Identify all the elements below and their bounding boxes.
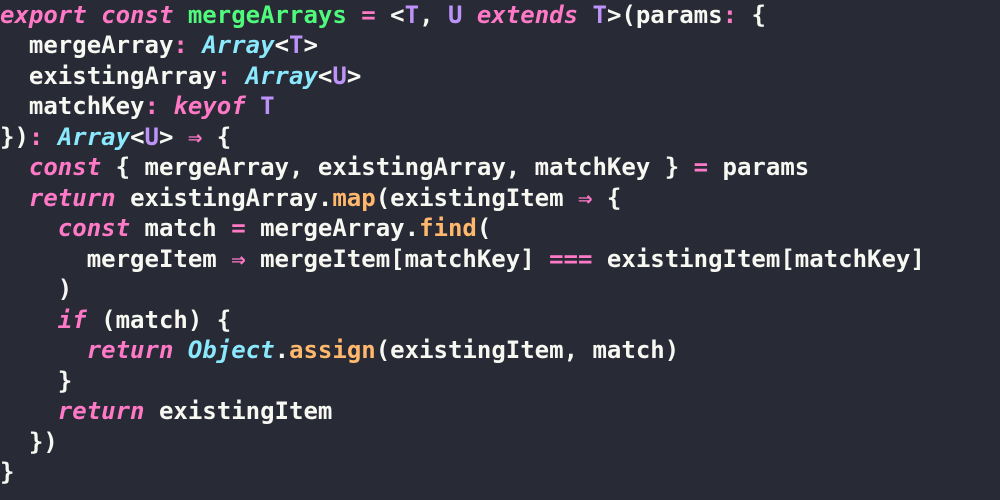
paren-open: ( xyxy=(477,214,491,242)
ident-existingItem: existingItem xyxy=(607,245,780,273)
destruct-mergeArray: mergeArray xyxy=(145,153,290,181)
paren-open: ( xyxy=(376,336,390,364)
method-find: find xyxy=(419,214,477,242)
function-name: mergeArrays xyxy=(188,1,347,29)
brace-open: { xyxy=(751,1,765,29)
keyword-const: const xyxy=(29,153,101,181)
brace-close: } xyxy=(665,153,679,181)
keyword-extends: extends xyxy=(477,1,578,29)
param-params: params xyxy=(636,1,723,29)
brace-close: } xyxy=(0,123,14,151)
bracket-close: ] xyxy=(910,245,924,273)
type-U: U xyxy=(448,1,462,29)
brace-close: } xyxy=(58,367,72,395)
prop-existingArray: existingArray xyxy=(29,62,217,90)
paren-open: ( xyxy=(376,184,390,212)
ident-mergeArray: mergeArray xyxy=(260,214,405,242)
ident-matchKey: matchKey xyxy=(795,245,911,273)
angle-open: < xyxy=(390,1,404,29)
ident-existingArray: existingArray xyxy=(130,184,318,212)
equals: = xyxy=(694,153,708,181)
bracket-open: [ xyxy=(390,245,404,273)
angle-open: < xyxy=(318,62,332,90)
paren-open: ( xyxy=(621,1,635,29)
arrow: ⇒ xyxy=(188,123,202,151)
keyword-const: const xyxy=(101,1,173,29)
ident-params: params xyxy=(723,153,810,181)
keyword-keyof: keyof xyxy=(173,92,245,120)
type-U: U xyxy=(145,123,159,151)
destruct-matchKey: matchKey xyxy=(535,153,651,181)
type-Array: Array xyxy=(202,31,274,59)
type-T: T xyxy=(260,92,274,120)
dot: . xyxy=(275,336,289,364)
paren-close: ) xyxy=(43,428,57,456)
bracket-close: ] xyxy=(520,245,534,273)
keyword-return: return xyxy=(29,184,116,212)
code-block: export const mergeArrays = <T, U extends… xyxy=(0,0,1000,488)
ident-matchKey: matchKey xyxy=(405,245,521,273)
angle-close: > xyxy=(347,62,361,90)
paren-close: ) xyxy=(665,336,679,364)
type-T: T xyxy=(593,1,607,29)
keyword-return: return xyxy=(87,336,174,364)
param-mergeItem: mergeItem xyxy=(87,245,217,273)
arg-match: match xyxy=(592,336,664,364)
paren-close: ) xyxy=(58,275,72,303)
arrow: ⇒ xyxy=(231,245,245,273)
type-U: U xyxy=(332,62,346,90)
colon: : xyxy=(29,123,43,151)
brace-open: { xyxy=(217,123,231,151)
ident-Object: Object xyxy=(188,336,275,364)
colon: : xyxy=(723,1,737,29)
arrow: ⇒ xyxy=(578,184,592,212)
paren-open: ( xyxy=(101,306,115,334)
type-Array: Array xyxy=(246,62,318,90)
bracket-open: [ xyxy=(780,245,794,273)
comma: , xyxy=(289,153,303,181)
paren-close: ) xyxy=(188,306,202,334)
comma: , xyxy=(506,153,520,181)
paren-close: ) xyxy=(14,123,28,151)
type-T: T xyxy=(405,1,419,29)
dot: . xyxy=(405,214,419,242)
method-map: map xyxy=(332,184,375,212)
keyword-if: if xyxy=(58,306,87,334)
prop-mergeArray: mergeArray xyxy=(29,31,174,59)
destruct-existingArray: existingArray xyxy=(318,153,506,181)
type-T: T xyxy=(289,31,303,59)
param-existingItem: existingItem xyxy=(390,184,563,212)
prop-matchKey: matchKey xyxy=(29,92,145,120)
brace-close: } xyxy=(0,458,14,486)
strict-equals: === xyxy=(549,245,592,273)
equals: = xyxy=(231,214,245,242)
comma: , xyxy=(419,1,433,29)
type-Array: Array xyxy=(58,123,130,151)
brace-open: { xyxy=(116,153,130,181)
brace-close: } xyxy=(29,428,43,456)
ident-match: match xyxy=(145,214,217,242)
keyword-return: return xyxy=(58,397,145,425)
ident-existingItem: existingItem xyxy=(159,397,332,425)
ident-match: match xyxy=(116,306,188,334)
angle-close: > xyxy=(607,1,621,29)
brace-open: { xyxy=(217,306,231,334)
dot: . xyxy=(318,184,332,212)
colon: : xyxy=(145,92,159,120)
angle-close: > xyxy=(159,123,173,151)
method-assign: assign xyxy=(289,336,376,364)
angle-open: < xyxy=(275,31,289,59)
comma: , xyxy=(564,336,578,364)
ident-mergeItem: mergeItem xyxy=(260,245,390,273)
keyword-export: export xyxy=(0,1,87,29)
angle-close: > xyxy=(303,31,317,59)
keyword-const: const xyxy=(58,214,130,242)
equals: = xyxy=(361,1,375,29)
angle-open: < xyxy=(130,123,144,151)
brace-open: { xyxy=(607,184,621,212)
colon: : xyxy=(173,31,187,59)
arg-existingItem: existingItem xyxy=(390,336,563,364)
colon: : xyxy=(217,62,231,90)
